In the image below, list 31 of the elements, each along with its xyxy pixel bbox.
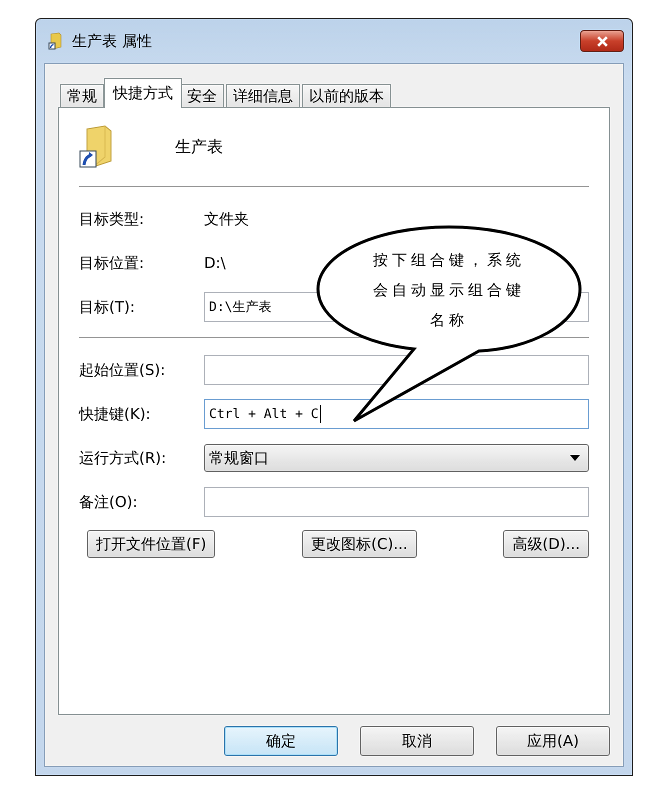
input-field[interactable]: Ctrl + Alt + C xyxy=(204,399,589,429)
field-label: 起始位置(S): xyxy=(79,360,166,380)
tab[interactable]: 安全 xyxy=(180,84,224,108)
dropdown[interactable]: 常规窗口 xyxy=(204,444,589,472)
field-label: 目标位置: xyxy=(79,254,146,272)
dialog-button[interactable]: 确定 xyxy=(224,726,338,756)
close-icon xyxy=(596,36,608,46)
tab[interactable]: 详细信息 xyxy=(226,84,300,108)
action-button[interactable]: 高级(D)... xyxy=(503,530,589,558)
field-label: 目标类型: xyxy=(79,210,146,228)
action-button[interactable]: 更改图标(C)... xyxy=(302,530,417,558)
dialog-button[interactable]: 取消 xyxy=(360,726,474,756)
folder-shortcut-icon xyxy=(48,32,64,50)
field-value: 文件夹 xyxy=(204,210,249,228)
callout-text: 按下组合键，系统会自动显示组合键名称 xyxy=(372,250,526,331)
shortcut-name: 生产表 xyxy=(175,136,223,158)
dropdown-arrow-icon xyxy=(570,455,580,461)
text-cursor xyxy=(320,405,321,423)
tab[interactable]: 快捷方式 xyxy=(104,78,182,108)
action-button[interactable]: 打开文件位置(F) xyxy=(87,530,216,558)
input-field[interactable] xyxy=(204,487,589,517)
tab[interactable]: 以前的版本 xyxy=(302,84,391,108)
field-label: 备注(O): xyxy=(79,492,139,512)
field-label: 运行方式(R): xyxy=(79,448,168,468)
tab[interactable]: 常规 xyxy=(60,84,104,108)
field-label: 快捷键(K): xyxy=(79,404,152,424)
close-button[interactable] xyxy=(580,30,624,52)
field-label: 目标(T): xyxy=(79,298,136,316)
window-title: 生产表 属性 xyxy=(72,32,152,50)
dialog-button[interactable]: 应用(A) xyxy=(496,726,610,756)
field-value: D:\ xyxy=(204,254,226,272)
